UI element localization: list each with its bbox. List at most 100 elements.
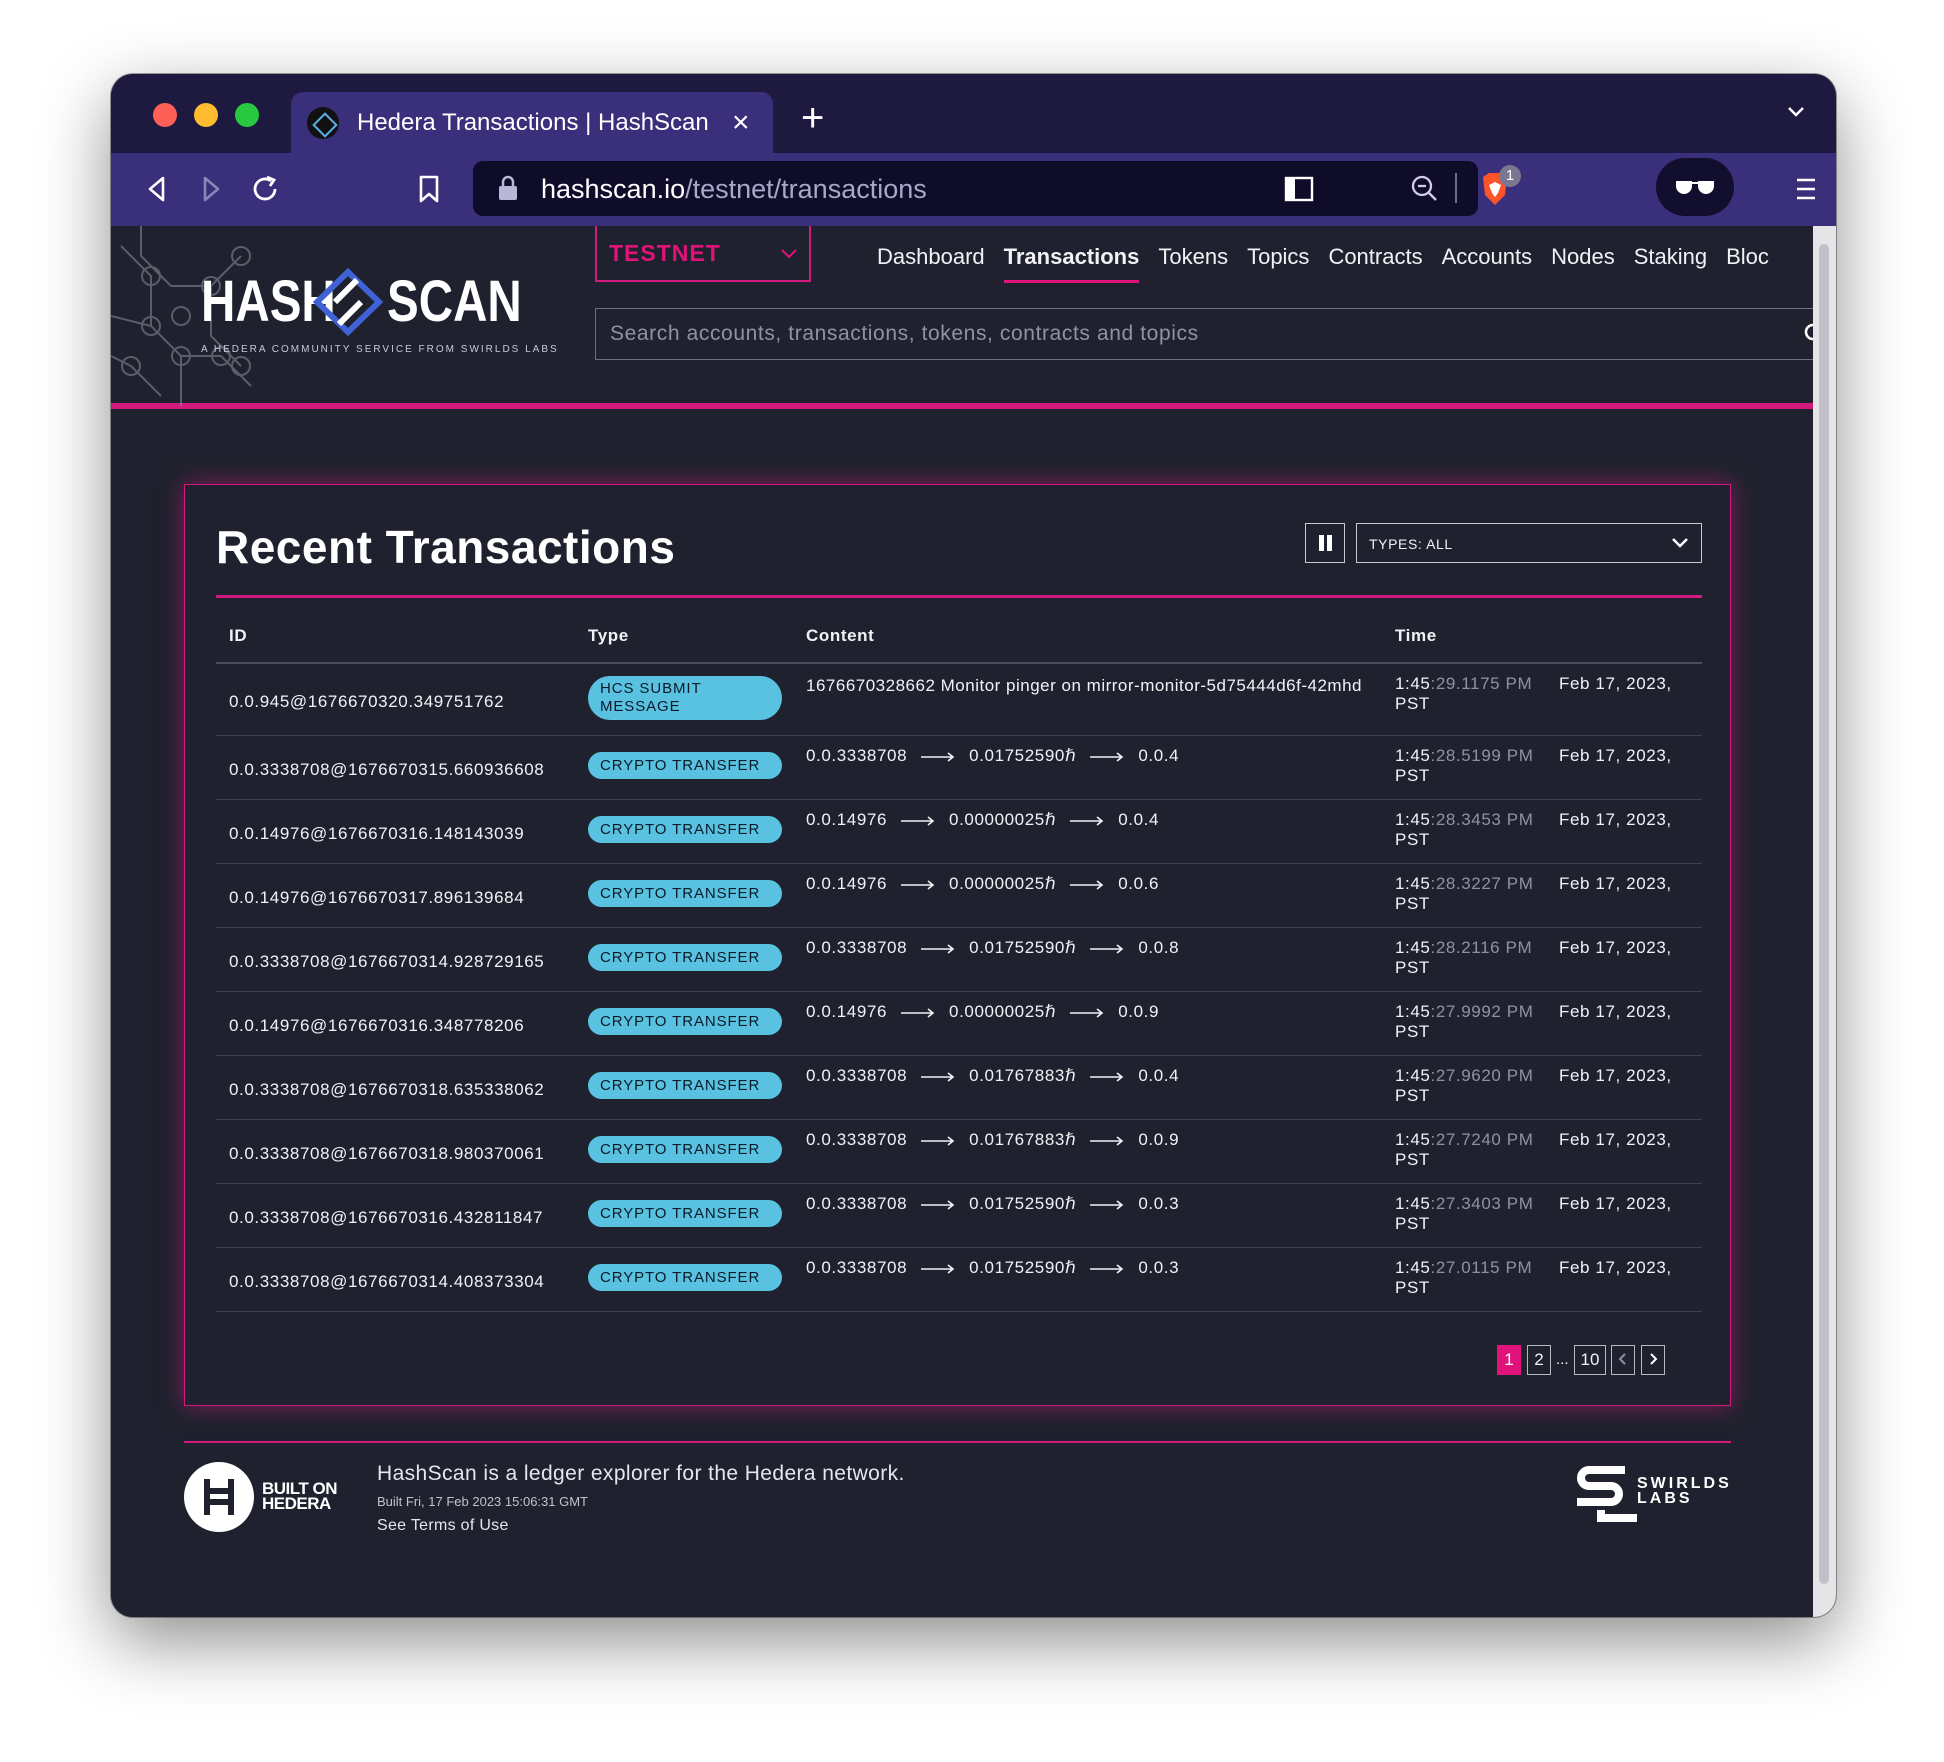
search-input[interactable]: Search accounts, transactions, tokens, c… [595,308,1813,360]
transfer-to[interactable]: 0.0.6 [1118,874,1159,893]
pause-button[interactable] [1305,523,1345,563]
address-bar[interactable]: hashscan.io/testnet/transactions 1 [473,161,1521,216]
nav-item-dashboard[interactable]: Dashboard [877,244,985,283]
transaction-timezone: PST [1395,694,1430,713]
transfer-from[interactable]: 0.0.3338708 [806,938,907,957]
tab-title: Hedera Transactions | HashScan [357,108,709,136]
transfer-from[interactable]: 0.0.3338708 [806,746,907,765]
transfer-to[interactable]: 0.0.4 [1118,810,1159,829]
transfer-to[interactable]: 0.0.9 [1138,1130,1179,1149]
types-filter-select[interactable]: TYPES: ALL [1356,523,1702,563]
transfer-from[interactable]: 0.0.3338708 [806,1258,907,1277]
page-2-button[interactable]: 2 [1527,1345,1551,1375]
transfer-from[interactable]: 0.0.14976 [806,1002,887,1021]
transaction-type-badge: CRYPTO TRANSFER [588,752,782,779]
transaction-timezone: PST [1395,830,1430,849]
terms-of-use-link[interactable]: See Terms of Use [377,1517,509,1535]
time-seconds: :27.3403 PM [1430,1194,1534,1213]
page-scrollbar[interactable] [1813,226,1836,1617]
transfer-to[interactable]: 0.0.3 [1138,1194,1179,1213]
pause-icon [1327,535,1332,551]
transaction-id[interactable]: 0.0.3338708@1676670318.980370061 [229,1144,544,1164]
nav-item-bloc[interactable]: Bloc [1726,244,1769,283]
nav-item-nodes[interactable]: Nodes [1551,244,1615,283]
time-seconds: :29.1175 PM [1430,674,1533,693]
nav-item-contracts[interactable]: Contracts [1328,244,1422,283]
nav-item-accounts[interactable]: Accounts [1442,244,1533,283]
types-filter-label: TYPES: ALL [1369,536,1453,552]
transfer-to[interactable]: 0.0.4 [1138,1066,1179,1085]
pagination-ellipsis: ... [1556,1351,1569,1368]
zoom-icon[interactable] [1409,173,1439,203]
transfer-from[interactable]: 0.0.3338708 [806,1130,907,1149]
transaction-id[interactable]: 0.0.3338708@1676670314.408373304 [229,1272,544,1292]
arrow-right-icon [921,943,955,954]
previous-page-button[interactable] [1611,1345,1635,1375]
transaction-time: 1:45:28.5199 PM [1395,746,1534,766]
transfer-from[interactable]: 0.0.14976 [806,810,887,829]
nav-item-topics[interactable]: Topics [1247,244,1309,283]
forward-icon[interactable] [193,171,229,207]
tab-close-icon[interactable]: × [732,107,750,138]
transfer-to[interactable]: 0.0.3 [1138,1258,1179,1277]
logo-tagline: A HEDERA COMMUNITY SERVICE FROM SWIRLDS … [201,344,559,355]
transaction-id[interactable]: 0.0.14976@1676670316.348778206 [229,1016,524,1036]
arrow-right-icon [921,751,955,762]
pagination: 1 2 ... 10 [185,1345,1730,1375]
time-seconds: :27.0115 PM [1430,1258,1533,1277]
scrollbar-thumb[interactable] [1819,244,1829,1584]
page-1-button[interactable]: 1 [1497,1345,1521,1375]
search-icon[interactable] [1804,323,1813,345]
transfer-to[interactable]: 0.0.4 [1138,746,1179,765]
sidebar-toggle-icon[interactable] [1283,173,1315,205]
table-row[interactable]: 0.0.14976@1676670316.348778206 CRYPTO TRA… [216,992,1702,1056]
table-row[interactable]: 0.0.945@1676670320.349751762 HCS SUBMIT M… [216,664,1702,736]
transaction-type-badge: CRYPTO TRANSFER [588,1136,782,1163]
transaction-date: Feb 17, 2023, [1559,1194,1672,1213]
site-header: HASH SCAN A HEDERA COMMUNITY SERVICE FRO… [111,226,1813,409]
table-row[interactable]: 0.0.3338708@1676670318.635338062 CRYPTO T… [216,1056,1702,1120]
table-row[interactable]: 0.0.3338708@1676670316.432811847 CRYPTO T… [216,1184,1702,1248]
transaction-id[interactable]: 0.0.14976@1676670317.896139684 [229,888,524,908]
transaction-date: Feb 17, 2023, [1559,1066,1672,1085]
table-row[interactable]: 0.0.14976@1676670317.896139684 CRYPTO TRA… [216,864,1702,928]
reload-icon[interactable] [247,171,283,207]
nav-item-staking[interactable]: Staking [1634,244,1707,283]
table-row[interactable]: 0.0.3338708@1676670318.980370061 CRYPTO T… [216,1120,1702,1184]
table-row[interactable]: 0.0.3338708@1676670314.928729165 CRYPTO T… [216,928,1702,992]
transaction-id[interactable]: 0.0.14976@1676670316.148143039 [229,824,524,844]
transaction-id[interactable]: 0.0.945@1676670320.349751762 [229,692,504,712]
transaction-id[interactable]: 0.0.3338708@1676670314.928729165 [229,952,544,972]
transaction-date: Feb 17, 2023, [1559,1002,1672,1021]
nav-item-transactions[interactable]: Transactions [1003,244,1140,283]
table-row[interactable]: 0.0.3338708@1676670314.408373304 CRYPTO T… [216,1248,1702,1312]
transfer-from[interactable]: 0.0.14976 [806,874,887,893]
zoom-window-button[interactable] [235,103,259,127]
next-page-button[interactable] [1641,1345,1665,1375]
arrow-right-icon [901,815,935,826]
network-select[interactable]: TESTNET [595,226,811,282]
page-10-button[interactable]: 10 [1574,1345,1606,1375]
close-window-button[interactable] [153,103,177,127]
transaction-id[interactable]: 0.0.3338708@1676670318.635338062 [229,1080,544,1100]
transfer-to[interactable]: 0.0.9 [1118,1002,1159,1021]
table-row[interactable]: 0.0.3338708@1676670315.660936608 CRYPTO T… [216,736,1702,800]
transaction-id[interactable]: 0.0.3338708@1676670315.660936608 [229,760,544,780]
menu-icon[interactable] [1793,173,1819,205]
tab-list-chevron-icon[interactable] [1786,102,1806,122]
transaction-date: Feb 17, 2023, [1559,746,1672,765]
page-content: HASH SCAN A HEDERA COMMUNITY SERVICE FRO… [111,226,1813,1617]
back-icon[interactable] [139,171,175,207]
nav-item-tokens[interactable]: Tokens [1158,244,1228,283]
table-row[interactable]: 0.0.14976@1676670316.148143039 CRYPTO TRA… [216,800,1702,864]
browser-tab-active[interactable]: Hedera Transactions | HashScan × [291,92,773,153]
transfer-from[interactable]: 0.0.3338708 [806,1194,907,1213]
transfer-to[interactable]: 0.0.8 [1138,938,1179,957]
minimize-window-button[interactable] [194,103,218,127]
transaction-timezone: PST [1395,1022,1430,1041]
transaction-id[interactable]: 0.0.3338708@1676670316.432811847 [229,1208,543,1228]
transfer-from[interactable]: 0.0.3338708 [806,1066,907,1085]
bookmark-icon[interactable] [411,171,447,207]
private-window-button[interactable] [1656,158,1734,216]
new-tab-icon[interactable]: + [801,98,824,138]
